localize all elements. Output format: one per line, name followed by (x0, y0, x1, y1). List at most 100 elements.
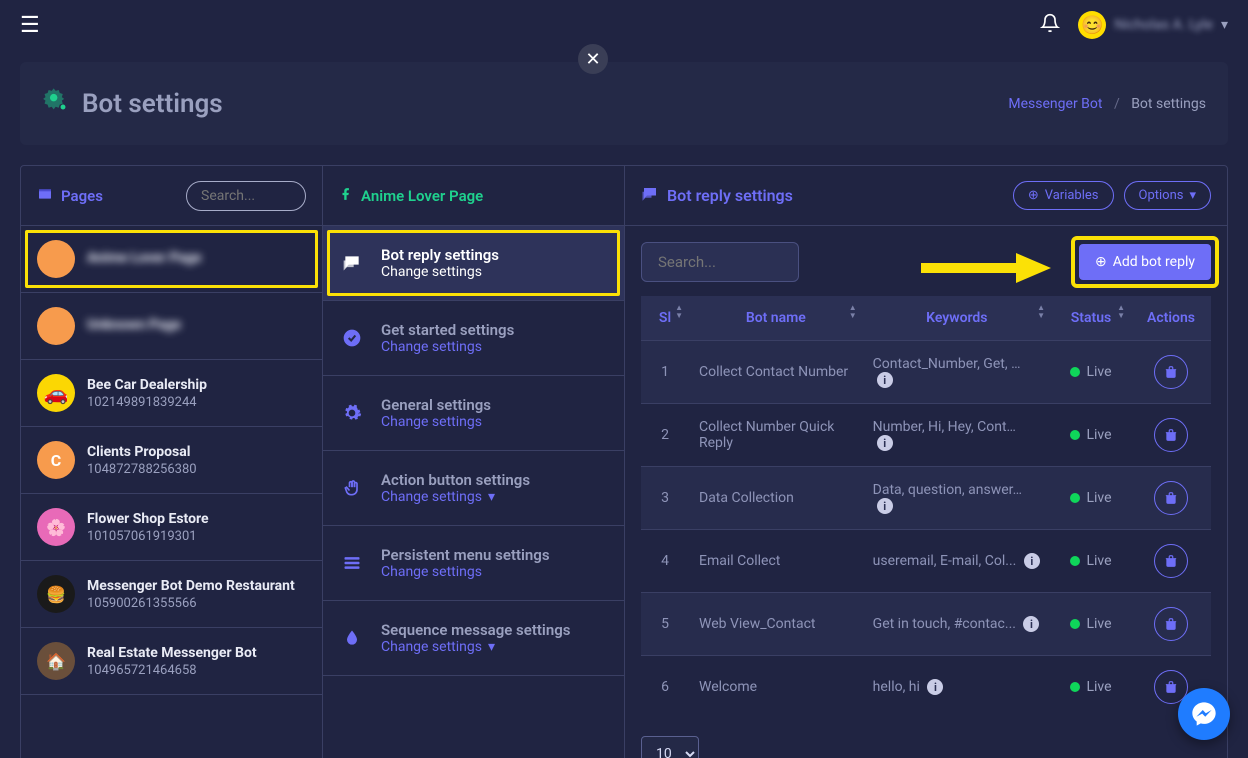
page-id: 104872788256380 (87, 462, 197, 477)
setting-item[interactable]: Get started settings Change settings (323, 301, 624, 376)
user-name: Nicholas A. Lyle (1114, 17, 1213, 33)
row-action-button[interactable] (1154, 355, 1188, 389)
page-avatar: 🌸 (37, 508, 75, 546)
row-action-button[interactable] (1154, 607, 1188, 641)
chevron-down-icon: ▾ (488, 489, 495, 505)
cell-sl: 6 (641, 656, 689, 719)
col-botname[interactable]: Bot name▲▼ (689, 296, 863, 341)
setting-title: Persistent menu settings (381, 546, 550, 564)
cell-sl: 3 (641, 467, 689, 530)
reply-search-input[interactable] (641, 242, 799, 282)
setting-sub-link[interactable]: Change settings ▾ (381, 489, 530, 505)
status-dot-icon (1070, 430, 1080, 440)
info-icon[interactable]: i (1023, 616, 1039, 632)
info-icon[interactable]: i (877, 372, 893, 388)
cell-status: Live (1051, 530, 1131, 593)
options-button[interactable]: Options ▾ (1124, 181, 1212, 210)
bot-reply-table: Sl▲▼ Bot name▲▼ Keywords▲▼ Status▲▼ Acti… (641, 296, 1211, 718)
cell-keywords: Number, Hi, Hey, Contac... i (863, 404, 1051, 467)
setting-item[interactable]: Action button settings Change settings ▾ (323, 451, 624, 526)
page-name: Real Estate Messenger Bot (87, 645, 257, 661)
info-icon[interactable]: i (877, 435, 893, 451)
page-item[interactable]: 🚗 Bee Car Dealership 102149891839244 (21, 360, 322, 427)
reply-panel-title: Bot reply settings (667, 186, 793, 205)
setting-item[interactable]: Bot reply settings Change settings (323, 226, 624, 301)
pages-search-input[interactable] (186, 181, 306, 211)
setting-title: Get started settings (381, 321, 514, 339)
cell-botname: Welcome (689, 656, 863, 719)
cell-sl: 5 (641, 593, 689, 656)
cell-sl: 1 (641, 341, 689, 404)
page-item[interactable]: C Clients Proposal 104872788256380 (21, 427, 322, 494)
avatar-icon: 😊 (1078, 11, 1106, 39)
page-avatar (37, 240, 75, 278)
page-id: 105900261355566 (87, 596, 295, 611)
page-avatar: 🚗 (37, 374, 75, 412)
breadcrumb-sep: / (1114, 96, 1120, 112)
messenger-fab[interactable] (1178, 688, 1230, 740)
setting-sub-link[interactable]: Change settings (381, 414, 491, 430)
table-row: 3 Data Collection Data, question, answer… (641, 467, 1211, 530)
col-status[interactable]: Status▲▼ (1051, 296, 1131, 341)
cell-keywords: useremail, E-mail, Col... i (863, 530, 1051, 593)
row-action-button[interactable] (1154, 544, 1188, 578)
setting-item[interactable]: Sequence message settings Change setting… (323, 601, 624, 676)
page-name: Messenger Bot Demo Restaurant (87, 578, 295, 594)
facebook-icon (339, 187, 353, 205)
page-item[interactable]: 🏠 Real Estate Messenger Bot 104965721464… (21, 628, 322, 695)
close-icon[interactable]: ✕ (578, 44, 608, 74)
col-keywords[interactable]: Keywords▲▼ (863, 296, 1051, 341)
cell-botname: Collect Number Quick Reply (689, 404, 863, 467)
setting-sub-link[interactable]: Change settings ▾ (381, 639, 570, 655)
page-item[interactable]: Anime Lover Page (21, 226, 322, 293)
variables-button[interactable]: ⊕ Variables (1013, 181, 1114, 210)
pages-icon (37, 186, 53, 206)
cell-status: Live (1051, 593, 1131, 656)
setting-item[interactable]: General settings Change settings (323, 376, 624, 451)
breadcrumb-current: Bot settings (1131, 96, 1206, 112)
page-item[interactable]: 🌸 Flower Shop Estore 101057061919301 (21, 494, 322, 561)
arrow-highlight-icon (921, 248, 1051, 292)
chevron-down-icon: ▾ (1221, 17, 1228, 33)
cell-sl: 2 (641, 404, 689, 467)
pages-label: Pages (61, 187, 103, 205)
breadcrumb-root[interactable]: Messenger Bot (1008, 96, 1102, 112)
bell-icon[interactable] (1040, 13, 1060, 38)
plus-circle-icon: ⊕ (1095, 254, 1107, 270)
status-dot-icon (1070, 556, 1080, 566)
cell-status: Live (1051, 404, 1131, 467)
page-name: Clients Proposal (87, 444, 197, 460)
page-id: 101057061919301 (87, 529, 209, 544)
setting-sub-link[interactable]: Change settings (381, 564, 550, 580)
gear-icon (42, 86, 70, 121)
col-sl[interactable]: Sl▲▼ (641, 296, 689, 341)
setting-title: General settings (381, 396, 491, 414)
user-menu[interactable]: 😊 Nicholas A. Lyle ▾ (1078, 11, 1228, 39)
row-action-button[interactable] (1154, 418, 1188, 452)
table-row: 6 Welcome hello, hi i Live (641, 656, 1211, 719)
setting-title: Sequence message settings (381, 621, 570, 639)
chat-icon (341, 253, 363, 273)
setting-sub-link[interactable]: Change settings (381, 339, 514, 355)
info-icon[interactable]: i (877, 498, 893, 514)
cell-keywords: hello, hi i (863, 656, 1051, 719)
status-dot-icon (1070, 682, 1080, 692)
info-icon[interactable]: i (1024, 553, 1040, 569)
cell-keywords: Data, question, answer... i (863, 467, 1051, 530)
row-action-button[interactable] (1154, 481, 1188, 515)
menu-icon (341, 553, 363, 573)
selected-page-label: Anime Lover Page (361, 187, 483, 205)
status-dot-icon (1070, 367, 1080, 377)
hamburger-icon[interactable]: ☰ (20, 13, 40, 38)
page-size-select[interactable]: 10 (641, 736, 699, 758)
add-bot-reply-button[interactable]: ⊕ Add bot reply (1079, 244, 1211, 280)
setting-sub-link[interactable]: Change settings (381, 264, 499, 280)
page-avatar: 🏠 (37, 642, 75, 680)
table-row: 4 Email Collect useremail, E-mail, Col..… (641, 530, 1211, 593)
setting-item[interactable]: Persistent menu settings Change settings (323, 526, 624, 601)
info-icon[interactable]: i (927, 679, 943, 695)
chevron-down-icon: ▾ (1189, 188, 1196, 203)
page-item[interactable]: Unknown Page (21, 293, 322, 360)
cell-status: Live (1051, 656, 1131, 719)
page-item[interactable]: 🍔 Messenger Bot Demo Restaurant 10590026… (21, 561, 322, 628)
